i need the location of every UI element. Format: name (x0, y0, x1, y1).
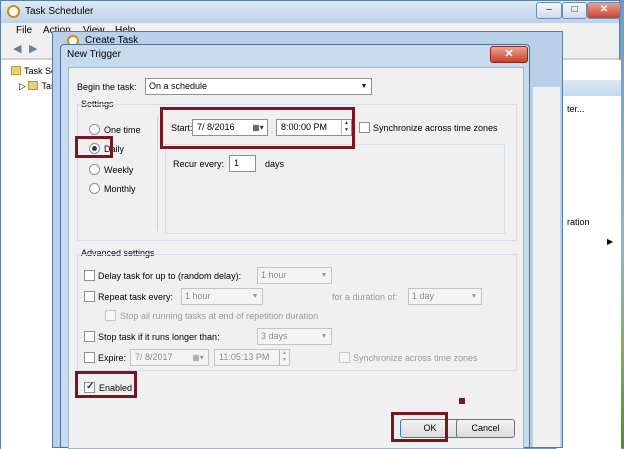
stop-task-longer-label[interactable]: Stop task if it runs longer than: (98, 332, 220, 342)
repeat-interval-combobox[interactable]: 1 hour ▼ (181, 288, 263, 305)
radio-one-time-label[interactable]: One time (104, 125, 141, 135)
settings-divider (157, 116, 158, 231)
highlight-ok (391, 412, 448, 442)
expire-checkbox[interactable] (84, 352, 95, 363)
radio-monthly-label[interactable]: Monthly (104, 184, 136, 194)
calendar-dropdown-icon[interactable]: ▦▾ (189, 352, 207, 363)
forward-arrow-icon[interactable]: ▶ (29, 42, 37, 55)
actions-pane: ter... ration ▶ (556, 60, 621, 449)
stop-running-tasks-label[interactable]: Stop all running tasks at end of repetit… (120, 311, 318, 321)
action-item[interactable]: ter... (567, 104, 585, 114)
radio-one-time[interactable] (89, 124, 100, 135)
sync-timezones-label[interactable]: Synchronize across time zones (373, 123, 498, 133)
repeat-value: 1 hour (185, 291, 211, 301)
duration-combobox[interactable]: 1 day ▼ (408, 288, 482, 305)
minimize-button[interactable]: – (536, 2, 562, 19)
radio-weekly-label[interactable]: Weekly (104, 165, 133, 175)
task-scheduler-titlebar: Task Scheduler – □ ✕ (1, 1, 621, 23)
expire-date-picker[interactable]: 7/ 8/2017 ▦▾ (130, 349, 209, 366)
folder-icon (28, 81, 39, 90)
recur-value: 1 (234, 158, 240, 168)
recur-unit-label: days (265, 159, 285, 169)
expand-arrow-icon[interactable]: ▷ (19, 81, 26, 91)
back-arrow-icon[interactable]: ◀ (13, 42, 21, 55)
task-scheduler-title: Task Scheduler (25, 6, 94, 17)
chevron-down-icon: ▼ (470, 293, 478, 300)
expire-time-value: 11:05:13 PM (219, 352, 270, 362)
sync-timezones-checkbox[interactable] (359, 122, 370, 133)
close-button[interactable]: ✕ (587, 2, 621, 19)
repeat-task-checkbox[interactable] (84, 291, 95, 302)
stop-longer-value: 3 days (261, 331, 288, 341)
delay-task-label[interactable]: Delay task for up to (random delay): (98, 271, 241, 281)
duration-value: 1 day (412, 291, 435, 301)
expire-sync-checkbox[interactable] (339, 352, 350, 363)
delay-combobox[interactable]: 1 hour ▼ (257, 267, 332, 284)
chevron-down-icon: ▼ (320, 333, 328, 340)
delay-value: 1 hour (261, 270, 287, 280)
stop-task-longer-checkbox[interactable] (84, 331, 95, 342)
annotation-mark (459, 398, 465, 404)
radio-monthly[interactable] (89, 183, 100, 194)
expire-time-field[interactable]: 11:05:13 PM ▲ ▼ (214, 349, 290, 366)
expire-label[interactable]: Expire: (98, 353, 126, 363)
recurrence-box (165, 144, 505, 234)
begin-task-combobox[interactable]: On a schedule ▼ (145, 78, 372, 95)
expire-date-value: 7/ 8/2017 (135, 352, 173, 362)
chevron-down-icon: ▼ (320, 272, 328, 279)
expire-sync-label[interactable]: Synchronize across time zones (353, 353, 478, 363)
repeat-task-label[interactable]: Repeat task every: (98, 292, 173, 302)
maximize-button[interactable]: □ (562, 2, 587, 19)
actions-header (557, 80, 621, 96)
clock-icon (7, 5, 20, 18)
cancel-button[interactable]: Cancel (456, 419, 515, 438)
delay-task-checkbox[interactable] (84, 270, 95, 281)
begin-task-label: Begin the task: (77, 82, 137, 92)
recur-label: Recur every: (173, 159, 225, 169)
submenu-arrow-icon[interactable]: ▶ (607, 237, 613, 246)
clock-icon (11, 66, 21, 75)
highlight-enabled (75, 371, 137, 398)
dialog-title: New Trigger (67, 49, 121, 60)
recur-days-input[interactable]: 1 (229, 155, 256, 172)
spin-arrows-icon[interactable]: ▲ ▼ (279, 350, 289, 365)
chevron-down-icon: ▼ (360, 83, 368, 90)
stop-running-tasks-checkbox[interactable] (105, 310, 116, 321)
begin-task-value: On a schedule (149, 81, 208, 91)
chevron-down-icon: ▼ (251, 293, 259, 300)
close-icon[interactable]: ✕ (490, 46, 528, 63)
action-item[interactable]: ration (567, 217, 590, 227)
highlight-daily (75, 136, 113, 158)
radio-weekly[interactable] (89, 164, 100, 175)
stop-longer-combobox[interactable]: 3 days ▼ (257, 328, 332, 345)
menu-file[interactable]: File (16, 25, 32, 36)
highlight-start (160, 107, 355, 149)
duration-label: for a duration of: (332, 292, 398, 302)
create-task-scroll-area (533, 87, 560, 447)
